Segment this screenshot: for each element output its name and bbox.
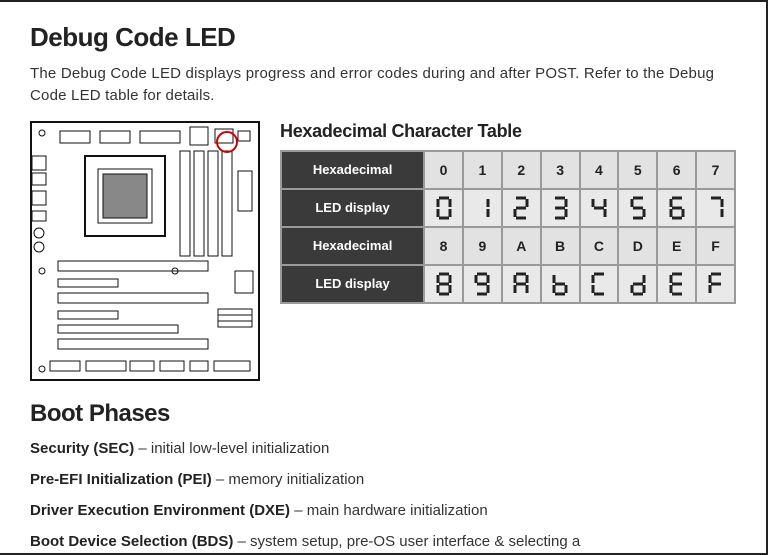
hex-cell: F — [696, 227, 735, 265]
hex-character-table: Hexadecimal 0 1 2 3 4 5 6 7 LED display — [280, 150, 736, 304]
led-glyph-4 — [580, 189, 619, 227]
table-row: LED display — [281, 265, 735, 303]
phase-item: Security (SEC) – initial low-level initi… — [30, 438, 736, 459]
phase-item: Boot Device Selection (BDS) – system set… — [30, 531, 736, 552]
table-row: Hexadecimal 8 9 A B C D E F — [281, 227, 735, 265]
led-glyph-9 — [463, 265, 502, 303]
led-glyph-1 — [463, 189, 502, 227]
led-glyph-a — [502, 265, 541, 303]
row-label-hex: Hexadecimal — [281, 227, 424, 265]
hex-cell: 1 — [463, 151, 502, 189]
phase-desc: – initial low-level initialization — [134, 440, 329, 457]
hex-cell: C — [580, 227, 619, 265]
table-row: Hexadecimal 0 1 2 3 4 5 6 7 — [281, 151, 735, 189]
motherboard-diagram — [30, 121, 260, 386]
hex-cell: D — [618, 227, 657, 265]
led-glyph-d — [618, 265, 657, 303]
hex-cell: 0 — [424, 151, 463, 189]
row-label-led: LED display — [281, 189, 424, 227]
led-glyph-6 — [657, 189, 696, 227]
led-glyph-b — [541, 265, 580, 303]
phase-name: Security (SEC) — [30, 440, 134, 457]
motherboard-svg — [30, 121, 260, 381]
hex-cell: 3 — [541, 151, 580, 189]
hex-cell: A — [502, 227, 541, 265]
hex-table-section: Hexadecimal Character Table Hexadecimal … — [280, 121, 736, 304]
led-glyph-3 — [541, 189, 580, 227]
hex-cell: 8 — [424, 227, 463, 265]
hex-cell: 9 — [463, 227, 502, 265]
hex-cell: 2 — [502, 151, 541, 189]
phase-desc: – main hardware initialization — [290, 502, 488, 519]
hex-table-title: Hexadecimal Character Table — [280, 121, 736, 142]
led-glyph-7 — [696, 189, 735, 227]
boot-phases-list: Security (SEC) – initial low-level initi… — [30, 438, 736, 552]
led-glyph-c — [580, 265, 619, 303]
phase-item: Pre-EFI Initialization (PEI) – memory in… — [30, 469, 736, 490]
intro-text: The Debug Code LED displays progress and… — [30, 63, 736, 107]
table-row: LED display — [281, 189, 735, 227]
phase-name: Boot Device Selection (BDS) — [30, 533, 233, 550]
led-glyph-5 — [618, 189, 657, 227]
hex-cell: 5 — [618, 151, 657, 189]
phase-desc: – system setup, pre-OS user interface & … — [233, 533, 580, 550]
led-glyph-f — [696, 265, 735, 303]
phase-desc: – memory initialization — [212, 471, 365, 488]
boot-phases-heading: Boot Phases — [30, 400, 736, 428]
hex-cell: E — [657, 227, 696, 265]
hex-cell: 4 — [580, 151, 619, 189]
phase-name: Pre-EFI Initialization (PEI) — [30, 471, 212, 488]
row-label-hex: Hexadecimal — [281, 151, 424, 189]
led-glyph-2 — [502, 189, 541, 227]
led-glyph-e — [657, 265, 696, 303]
phase-item: Driver Execution Environment (DXE) – mai… — [30, 500, 736, 521]
row-label-led: LED display — [281, 265, 424, 303]
hex-cell: B — [541, 227, 580, 265]
led-glyph-8 — [424, 265, 463, 303]
hex-cell: 6 — [657, 151, 696, 189]
phase-name: Driver Execution Environment (DXE) — [30, 502, 290, 519]
diagram-table-row: Hexadecimal Character Table Hexadecimal … — [30, 121, 736, 386]
led-glyph-0 — [424, 189, 463, 227]
section-heading: Debug Code LED — [30, 22, 736, 53]
hex-cell: 7 — [696, 151, 735, 189]
